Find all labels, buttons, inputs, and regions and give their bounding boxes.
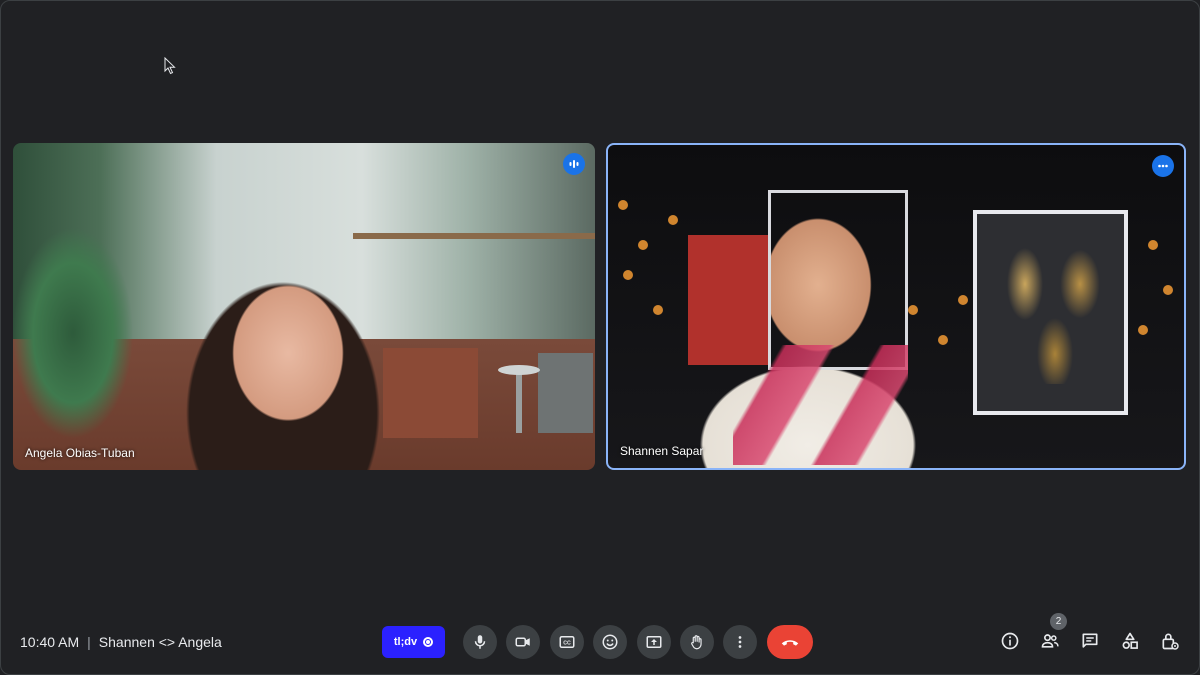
hand-icon (691, 635, 702, 650)
more-vert-icon (738, 636, 742, 648)
video-background (1138, 325, 1148, 335)
video-background (653, 305, 663, 315)
people-button[interactable] (1039, 630, 1061, 652)
meeting-details-button[interactable] (999, 630, 1021, 652)
captions-button[interactable]: CC (550, 625, 584, 659)
present-button[interactable] (637, 625, 671, 659)
video-background (498, 365, 540, 375)
leave-call-button[interactable] (767, 625, 813, 659)
video-background (733, 345, 908, 465)
video-background (768, 190, 908, 370)
participant-name: Shannen Sapar (620, 444, 704, 458)
video-background (383, 348, 478, 438)
control-bar: 10:40 AM | Shannen <> Angela tl;dv CC 2 (0, 613, 1200, 667)
participant-tile-angela[interactable]: Angela Obias-Tuban (13, 143, 595, 470)
camera-button[interactable] (506, 625, 540, 659)
video-background (938, 335, 948, 345)
video-background (538, 353, 593, 433)
video-background (623, 270, 633, 280)
video-background (908, 305, 918, 315)
tldv-record-button[interactable]: tl;dv (382, 626, 445, 658)
meeting-info: 10:40 AM | Shannen <> Angela (20, 634, 222, 650)
record-icon (423, 637, 434, 647)
video-background (1163, 285, 1173, 295)
mouse-cursor-icon (164, 57, 176, 75)
participant-tile-shannen[interactable]: Shannen Sapar (606, 143, 1186, 470)
reactions-button[interactable] (593, 625, 627, 659)
mic-icon (474, 635, 486, 649)
activities-icon (1122, 632, 1138, 649)
info-icon (1001, 632, 1019, 650)
present-screen-icon (646, 636, 662, 648)
video-background (668, 215, 678, 225)
people-icon (1041, 634, 1059, 648)
activities-button[interactable] (1119, 630, 1141, 652)
raise-hand-button[interactable] (680, 625, 714, 659)
video-background (516, 373, 522, 433)
tldv-label: tl;dv (393, 636, 418, 648)
separator: | (87, 634, 91, 650)
host-controls-icon (1162, 633, 1179, 650)
emoji-icon (602, 634, 618, 650)
chat-button[interactable] (1079, 630, 1101, 652)
speaking-indicator-icon (563, 153, 585, 175)
video-background (1148, 240, 1158, 250)
svg-text:CC: CC (563, 641, 571, 647)
more-options-button[interactable] (723, 625, 757, 659)
video-background (973, 210, 1128, 415)
microphone-button[interactable] (463, 625, 497, 659)
video-background (958, 295, 968, 305)
meeting-time: 10:40 AM (20, 634, 80, 650)
camera-icon (515, 637, 530, 647)
end-call-icon (781, 640, 799, 646)
video-background (353, 233, 595, 239)
more-options-icon[interactable] (1152, 155, 1174, 177)
video-background (13, 183, 163, 470)
meeting-title: Shannen <> Angela (98, 634, 222, 650)
captions-icon: CC (559, 636, 575, 648)
video-background (638, 240, 648, 250)
people-count-badge: 2 (1050, 613, 1067, 630)
host-controls-button[interactable] (1159, 630, 1181, 652)
participant-name: Angela Obias-Tuban (25, 446, 135, 460)
chat-icon (1082, 633, 1098, 648)
video-background (618, 200, 628, 210)
